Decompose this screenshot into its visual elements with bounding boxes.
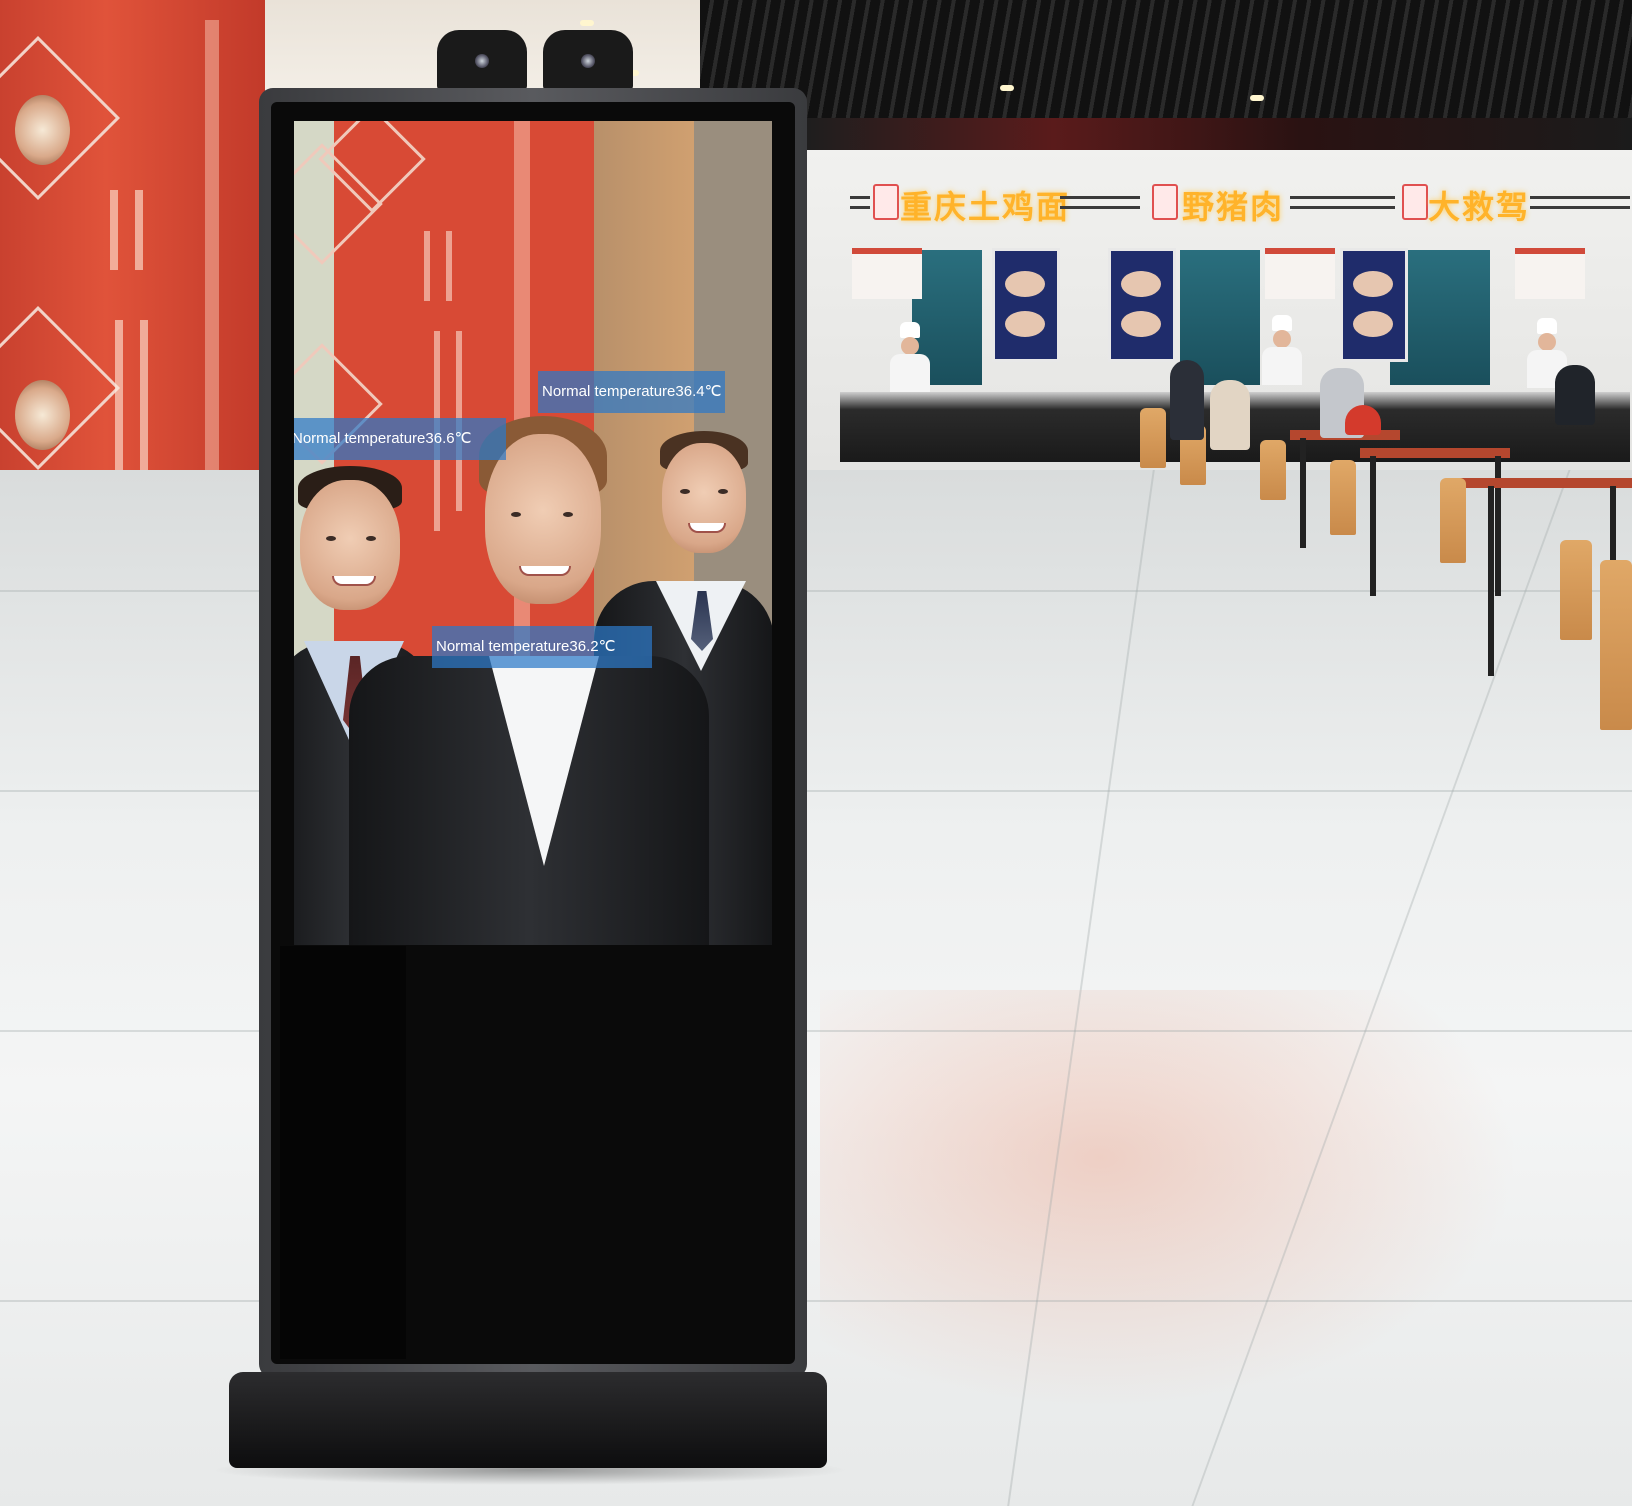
wall-food-image: [15, 380, 70, 450]
sign-divider: [1290, 206, 1395, 209]
temperature-label-center: Normal temperature36.2℃: [432, 626, 652, 668]
kiosk-display[interactable]: Normal temperature36.4℃ Normal temperatu…: [294, 121, 772, 945]
sign-divider: [1060, 206, 1140, 209]
sign-divider: [1530, 206, 1630, 209]
table-leg: [1495, 456, 1501, 596]
kiosk-base: [229, 1372, 827, 1468]
camera-lens-icon: [475, 54, 489, 68]
stall-sign-1: 重庆土鸡面: [900, 189, 1071, 225]
price-board: [1515, 248, 1585, 299]
camera-lens-icon: [581, 54, 595, 68]
kiosk-screen-lower-left: [280, 946, 406, 1359]
table-leg: [1370, 456, 1376, 596]
dining-table: [1455, 478, 1632, 488]
person-center: [349, 416, 709, 945]
sign-divider: [850, 196, 870, 199]
wall-food-image: [15, 95, 70, 165]
chef-figure: [1260, 315, 1304, 385]
sign-divider: [1290, 196, 1395, 199]
dining-table: [1360, 448, 1510, 458]
menu-board: [1108, 248, 1176, 362]
chair: [1260, 440, 1286, 500]
chair: [1440, 478, 1466, 563]
stall-sign-icon: [1152, 184, 1178, 220]
ceiling-light: [1250, 95, 1264, 101]
tiled-floor: [0, 470, 1632, 1506]
floor-tile-line: [0, 590, 1632, 592]
diner: [1210, 380, 1250, 450]
stall-sign-2: 野猪肉: [1182, 189, 1285, 225]
chef-figure: [888, 322, 932, 392]
red-bag: [1345, 405, 1381, 435]
temperature-label-right: Normal temperature36.4℃: [538, 371, 726, 413]
price-board: [852, 248, 922, 299]
ceiling-light: [580, 20, 594, 26]
temperature-label-left: Normal temperature36.6℃: [294, 418, 506, 460]
ceiling-light: [1000, 85, 1014, 91]
photo-scene: 重庆土鸡面 野猪肉 大救驾 Normal temperature36.4℃ No…: [0, 0, 1632, 1506]
stall-sign-icon: [873, 184, 899, 220]
chair: [1560, 540, 1592, 640]
menu-board: [992, 248, 1060, 362]
kiosk-camera-left: [437, 30, 527, 90]
stall-sign-icon: [1402, 184, 1428, 220]
menu-board: [1340, 248, 1408, 362]
floor-tile-line: [0, 1030, 1632, 1032]
kiosk-camera-right: [543, 30, 633, 90]
sign-divider: [850, 206, 870, 209]
price-board: [1265, 248, 1335, 299]
table-leg: [1488, 486, 1494, 676]
chair: [1140, 408, 1166, 468]
screen-wall-text: [424, 231, 430, 301]
floor-tile-line: [0, 1300, 1632, 1302]
chair: [1600, 560, 1632, 730]
stall-sign-3: 大救驾: [1428, 189, 1531, 225]
diner: [1170, 360, 1204, 440]
wall-text: [135, 190, 143, 270]
wall-text: [110, 190, 118, 270]
floor-tile-line: [0, 790, 1632, 792]
floor-reflection: [820, 990, 1520, 1410]
ceiling-led-band: [805, 118, 1632, 150]
table-leg: [1300, 438, 1306, 548]
sign-divider: [1530, 196, 1630, 199]
screen-wall-text: [446, 231, 452, 301]
chair: [1330, 460, 1356, 535]
diner: [1555, 365, 1595, 425]
sign-divider: [1060, 196, 1140, 199]
